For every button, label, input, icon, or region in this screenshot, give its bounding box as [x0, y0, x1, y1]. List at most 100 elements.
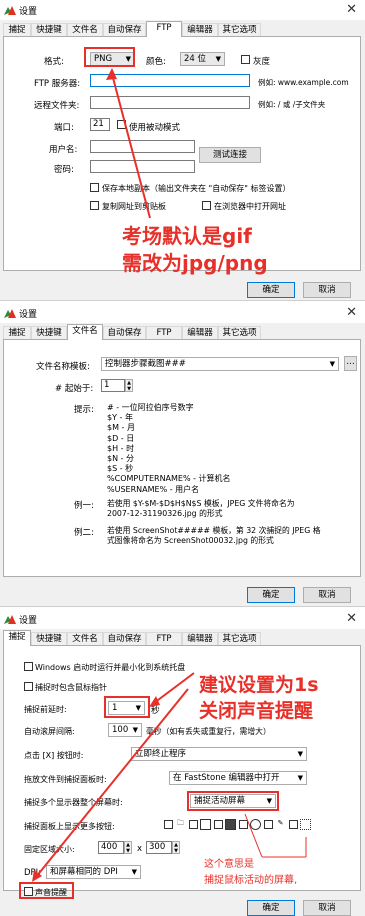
color-select[interactable]: 24 位 ▼	[180, 52, 225, 66]
title-bar: 设置 ✕	[0, 0, 365, 20]
tab-ftp[interactable]: FTP	[146, 632, 182, 645]
tab-hotkeys[interactable]: 快捷键	[31, 23, 67, 36]
tab-other[interactable]: 其它选项	[218, 632, 261, 645]
close-icon[interactable]: ✕	[346, 305, 357, 320]
tab-capture[interactable]: 捕捉	[3, 23, 31, 36]
grayscale-checkbox[interactable]	[241, 55, 250, 64]
cancel-button[interactable]: 取消	[303, 587, 351, 603]
keep-local-copy-label: 保存本地副本（输出文件夹在 "自动保存" 标签设置）	[102, 184, 291, 193]
fixed-size-separator: x	[137, 844, 143, 854]
scroll-interval-select[interactable]: 100 ▼	[108, 723, 142, 737]
close-icon[interactable]: ✕	[346, 2, 357, 17]
window-title: 设置	[19, 310, 38, 320]
copy-url-checkbox[interactable]	[90, 201, 99, 210]
ok-button[interactable]: 确定	[247, 282, 295, 298]
ok-button[interactable]: 确定	[247, 587, 295, 603]
startup-tray-checkbox[interactable]	[24, 662, 33, 671]
tab-editor[interactable]: 编辑器	[182, 632, 218, 645]
username-label: 用户名:	[49, 145, 78, 155]
fixed-width-input[interactable]: 400	[98, 841, 124, 854]
tab-autosave[interactable]: 自动保存	[103, 326, 146, 339]
fixed-height-input[interactable]: 300	[146, 841, 172, 854]
capture-tab-body: Windows 启动时运行并最小化到系统托盘 捕捉时包含鼠标指针 捕捉前延时: …	[3, 645, 361, 897]
delay-label: 捕捉前延时:	[24, 705, 67, 714]
example2-line: 若使用 ScreenShot##### 模板，第 32 次捕捉的 JPEG 格	[107, 526, 321, 535]
remote-folder-example: 例如: / 或 /子文件夹	[258, 100, 326, 109]
include-cursor-label: 捕捉时包含鼠标指针	[35, 683, 107, 692]
template-more-button[interactable]: …	[344, 356, 357, 371]
panel-buttons-label: 捕捉面板上显示更多按钮:	[24, 822, 115, 831]
x-button-select[interactable]: 立即终止程序 ▼	[131, 747, 307, 761]
tab-editor[interactable]: 编辑器	[182, 23, 218, 36]
password-input[interactable]	[90, 160, 195, 173]
example2-line: 式图像将命名为 ScreenShot00032.jpg 的形式	[107, 536, 274, 545]
username-input[interactable]	[90, 140, 195, 153]
panel-button-checkbox[interactable]	[239, 820, 248, 829]
hint-line: $D - 日	[107, 433, 135, 443]
filename-tab-body: 文件名称模板: 控制器步骤截图### ▼ … # 起始于: 1 ▲ ▼ 提示: # …	[3, 339, 361, 577]
start-at-label: # 起始于:	[55, 384, 94, 394]
panel-buttons-group: 🗀 ✎	[164, 818, 354, 832]
capture-dialog: 设置 ✕ 捕捉 快捷键 文件名 自动保存 FTP 编辑器 其它选项 Window…	[0, 609, 365, 916]
fixed-height-spinner[interactable]: ▲ ▼	[172, 841, 180, 854]
hint-line: $S - 秒	[107, 464, 134, 474]
note-line1: 这个意思是	[204, 859, 254, 870]
x-button-label: 点击 [X] 按钮时:	[24, 751, 84, 760]
ftp-server-input[interactable]	[90, 74, 250, 87]
tab-other[interactable]: 其它选项	[218, 326, 261, 339]
panel-button-checkbox[interactable]	[164, 820, 173, 829]
region-icon	[200, 819, 211, 830]
tab-filename[interactable]: 文件名	[67, 632, 103, 645]
tab-hotkeys[interactable]: 快捷键	[31, 632, 67, 645]
panel-button-checkbox[interactable]	[289, 820, 298, 829]
tab-capture[interactable]: 捕捉	[3, 326, 31, 339]
drag-drop-label: 拖放文件到捕捉面板时:	[24, 775, 107, 784]
start-at-input[interactable]: 1	[101, 379, 125, 392]
open-browser-checkbox[interactable]	[202, 201, 211, 210]
tab-filename[interactable]: 文件名	[67, 23, 103, 36]
example1-label: 例一:	[74, 501, 94, 511]
include-cursor-checkbox[interactable]	[24, 682, 33, 691]
fixed-width-spinner[interactable]: ▲ ▼	[124, 841, 132, 854]
tab-other[interactable]: 其它选项	[218, 23, 261, 36]
hint-line: %USERNAME% - 用户名	[107, 484, 200, 494]
panel-button-checkbox[interactable]	[264, 820, 273, 829]
tab-ftp[interactable]: FTP	[146, 326, 182, 339]
panel-button-checkbox[interactable]	[214, 820, 223, 829]
start-at-spinner[interactable]: ▲ ▼	[125, 379, 133, 392]
fixed-size-label: 固定区域大小:	[24, 845, 75, 854]
password-label: 密码:	[54, 165, 74, 175]
port-input[interactable]: 21	[90, 118, 110, 131]
cancel-button[interactable]: 取消	[303, 900, 351, 916]
ftp-dialog: 设置 ✕ 捕捉 快捷键 文件名 自动保存 FTP 编辑器 其它选项 格式: PN…	[0, 0, 365, 301]
x-button-value: 立即终止程序	[135, 749, 187, 759]
chevron-down-icon: ▼	[297, 750, 303, 758]
close-icon[interactable]: ✕	[346, 611, 357, 626]
drag-drop-select[interactable]: 在 FastStone 编辑器中打开 ▼	[169, 771, 307, 785]
panel-button-checkbox[interactable]	[189, 820, 198, 829]
test-connection-button[interactable]: 测试连接	[199, 147, 261, 163]
ok-button[interactable]: 确定	[247, 900, 295, 916]
tab-capture[interactable]: 捕捉	[3, 630, 31, 646]
template-combo[interactable]: 控制器步骤截图### ▼	[101, 357, 339, 371]
app-icon	[4, 309, 16, 318]
hint-line: $Y - 年	[107, 413, 133, 423]
tab-autosave[interactable]: 自动保存	[103, 632, 146, 645]
tab-hotkeys[interactable]: 快捷键	[31, 326, 67, 339]
cancel-button[interactable]: 取消	[303, 282, 351, 298]
chevron-down-icon: ▼	[297, 774, 303, 782]
tab-autosave[interactable]: 自动保存	[103, 23, 146, 36]
example1-line: 若使用 $Y-$M-$D$H$N$S 模板，JPEG 文件将命名为	[107, 499, 295, 508]
scroll-interval-value: 100	[112, 725, 129, 735]
format-label: 格式:	[44, 57, 64, 67]
annotation-line1: 建议设置为1s	[199, 674, 319, 696]
tab-ftp[interactable]: FTP	[146, 21, 182, 37]
tab-filename[interactable]: 文件名	[67, 324, 103, 340]
dpi-select[interactable]: 和屏幕相同的 DPI ▼	[46, 865, 141, 879]
ftp-tab-body: 格式: PNG ▼ 颜色: 24 位 ▼ 灰度 FTP 服务器: 例如: www.e…	[3, 36, 361, 275]
remote-folder-input[interactable]	[90, 96, 250, 109]
example1-line: 2007-12-31190326.jpg 的形式	[107, 509, 223, 518]
passive-mode-checkbox[interactable]	[117, 120, 126, 129]
keep-local-copy-checkbox[interactable]	[90, 183, 99, 192]
tab-editor[interactable]: 编辑器	[182, 326, 218, 339]
